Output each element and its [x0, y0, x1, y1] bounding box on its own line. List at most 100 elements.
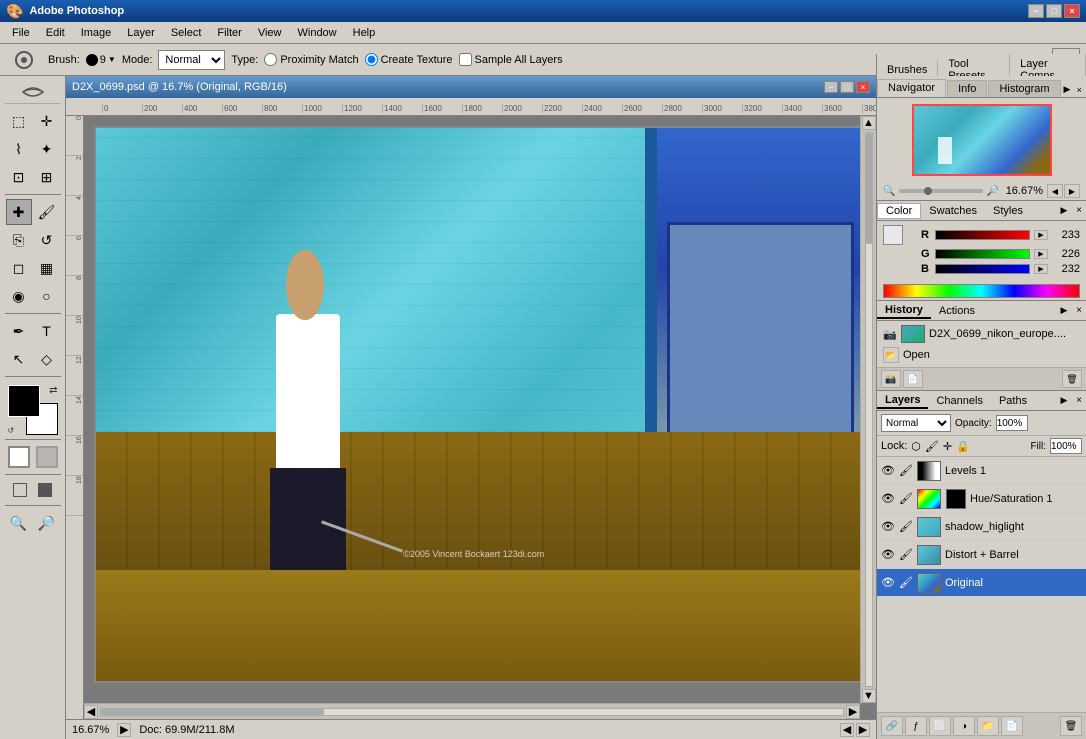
- layer-new-btn[interactable]: 📄: [1001, 716, 1023, 736]
- history-brush-tool[interactable]: ↺: [34, 227, 60, 253]
- nav-zoom-slider[interactable]: [899, 189, 982, 193]
- eraser-tool[interactable]: ◻: [6, 255, 32, 281]
- layer-group-btn[interactable]: 📁: [977, 716, 999, 736]
- v-scroll-thumb[interactable]: [866, 133, 872, 244]
- healing-brush-tool[interactable]: ✚: [6, 199, 32, 225]
- quick-mask-btn[interactable]: [7, 444, 59, 470]
- history-file-item[interactable]: 📷 D2X_0699_nikon_europe....: [879, 323, 1084, 345]
- shape-tool[interactable]: ◇: [34, 346, 60, 372]
- menu-item-filter[interactable]: Filter: [209, 25, 249, 41]
- scroll-right-btn[interactable]: ▶: [846, 705, 860, 719]
- v-scrollbar[interactable]: ▲ ▼: [860, 116, 876, 703]
- select-tool[interactable]: ↖: [6, 346, 32, 372]
- channels-tab[interactable]: Channels: [928, 394, 990, 408]
- blend-mode-dropdown[interactable]: Normal Multiply Screen: [881, 414, 951, 432]
- zoom-status-arrow[interactable]: ▶: [117, 723, 131, 737]
- r-slider-handle[interactable]: ▶: [1034, 230, 1048, 240]
- menu-item-layer[interactable]: Layer: [119, 25, 163, 41]
- menu-item-select[interactable]: Select: [163, 25, 210, 41]
- history-delete-btn[interactable]: 🗑: [1062, 370, 1082, 388]
- history-snapshot-btn[interactable]: 📸: [881, 370, 901, 388]
- color-panel-close[interactable]: ×: [1072, 205, 1086, 216]
- color-tab[interactable]: Color: [877, 203, 921, 219]
- history-tab[interactable]: History: [877, 303, 931, 319]
- swap-colors-icon[interactable]: ⇄: [49, 385, 57, 396]
- scroll-up-btn[interactable]: ▲: [862, 116, 876, 130]
- tool-preset-btn[interactable]: [6, 48, 42, 72]
- history-new-doc-btn[interactable]: 📄: [903, 370, 923, 388]
- histogram-tab[interactable]: Histogram: [988, 80, 1060, 97]
- layer-fx-btn[interactable]: ƒ: [905, 716, 927, 736]
- layer-eye-shadow[interactable]: 👁: [881, 520, 895, 534]
- proximity-match-option[interactable]: Proximity Match: [264, 53, 358, 66]
- doc-minimize-btn[interactable]: −: [824, 81, 838, 93]
- g-slider[interactable]: [935, 249, 1030, 259]
- swatches-tab[interactable]: Swatches: [921, 204, 985, 218]
- layer-delete-btn[interactable]: 🗑: [1060, 716, 1082, 736]
- nav-full-btn[interactable]: ▶: [1064, 184, 1080, 198]
- layer-eye-huesat[interactable]: 👁: [881, 492, 895, 506]
- text-tool[interactable]: T: [34, 318, 60, 344]
- color-panel-menu[interactable]: ▶: [1056, 205, 1072, 216]
- layer-item-shadow[interactable]: 👁 🖌 shadow_higlight: [877, 513, 1086, 541]
- doc-maximize-btn[interactable]: □: [840, 81, 854, 93]
- opacity-input[interactable]: [996, 415, 1028, 431]
- layers-menu-btn[interactable]: ▶: [1056, 395, 1072, 406]
- nav-zoom-in-icon[interactable]: 🔎: [987, 186, 999, 197]
- color-spectrum[interactable]: [883, 284, 1080, 298]
- dodge-tool[interactable]: ○: [34, 283, 60, 309]
- scroll-down-btn[interactable]: ▼: [862, 689, 876, 703]
- gradient-tool[interactable]: ▦: [34, 255, 60, 281]
- history-close-btn[interactable]: ×: [1072, 305, 1086, 316]
- h-scroll-thumb[interactable]: [101, 709, 324, 715]
- paths-tab[interactable]: Paths: [991, 394, 1035, 408]
- layer-eye-original[interactable]: 👁: [881, 576, 895, 590]
- menu-item-image[interactable]: Image: [73, 25, 120, 41]
- zoom-out-tool[interactable]: 🔍: [6, 510, 32, 536]
- scroll-left-btn[interactable]: ◀: [84, 705, 98, 719]
- h-scrollbar[interactable]: ◀ ▶: [84, 703, 860, 719]
- nav-prev-btn[interactable]: ◀: [840, 723, 854, 737]
- styles-tab[interactable]: Styles: [985, 204, 1031, 218]
- layer-adj-btn[interactable]: ◑: [953, 716, 975, 736]
- layer-eye-levels1[interactable]: 👁: [881, 464, 895, 478]
- zoom-in-tool[interactable]: 🔎: [34, 510, 60, 536]
- sample-all-layers-option[interactable]: Sample All Layers: [459, 53, 563, 66]
- crop-tool[interactable]: ⊡: [6, 164, 32, 190]
- brush-tool[interactable]: 🖌: [34, 199, 60, 225]
- layer-item-distort[interactable]: 👁 🖌 Distort + Barrel: [877, 541, 1086, 569]
- layer-eye-distort[interactable]: 👁: [881, 548, 895, 562]
- b-slider-handle[interactable]: ▶: [1034, 264, 1048, 274]
- layer-link-btn[interactable]: 🔗: [881, 716, 903, 736]
- create-texture-option[interactable]: Create Texture: [365, 53, 453, 66]
- nav-zoom-thumb[interactable]: [924, 187, 932, 195]
- maximize-button[interactable]: □: [1046, 4, 1062, 18]
- info-tab[interactable]: Info: [947, 80, 987, 97]
- h-scroll-track[interactable]: [100, 708, 844, 716]
- magic-wand-tool[interactable]: ✦: [34, 136, 60, 162]
- b-slider[interactable]: [935, 264, 1030, 274]
- minimize-button[interactable]: −: [1028, 4, 1044, 18]
- canvas-scroll[interactable]: ©2005 Vincent Bockaert 123di.com ◀ ▶ ▲: [84, 116, 876, 719]
- doc-close-btn[interactable]: ×: [856, 81, 870, 93]
- layer-item-huesat[interactable]: 👁 🖌 Hue/Saturation 1: [877, 485, 1086, 513]
- g-slider-handle[interactable]: ▶: [1034, 249, 1048, 259]
- path-tool[interactable]: ✒: [6, 318, 32, 344]
- blur-tool[interactable]: ◉: [6, 283, 32, 309]
- fg-color-swatch[interactable]: [883, 225, 903, 245]
- lock-transparent-icon[interactable]: ⬡: [911, 440, 921, 453]
- history-open-item[interactable]: 📂 Open: [879, 345, 1084, 365]
- menu-item-edit[interactable]: Edit: [38, 25, 73, 41]
- menu-item-window[interactable]: Window: [290, 25, 345, 41]
- mode-dropdown[interactable]: Normal Replace Multiply: [158, 50, 225, 70]
- marquee-tool[interactable]: ⬚: [6, 108, 32, 134]
- layers-tab[interactable]: Layers: [877, 393, 928, 409]
- menu-item-view[interactable]: View: [250, 25, 290, 41]
- screen-mode-btn[interactable]: [7, 479, 59, 501]
- slice-tool[interactable]: ⊞: [34, 164, 60, 190]
- history-menu-btn[interactable]: ▶: [1056, 305, 1072, 316]
- layer-item-levels1[interactable]: 👁 🖌 Levels 1: [877, 457, 1086, 485]
- nav-fit-btn[interactable]: ◀: [1047, 184, 1063, 198]
- move-tool[interactable]: ✛: [34, 108, 60, 134]
- brush-selector[interactable]: 9 ▼: [86, 54, 116, 66]
